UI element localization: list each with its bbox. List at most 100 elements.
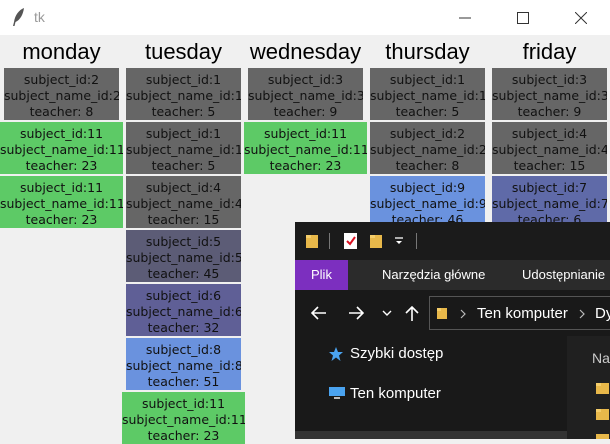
teacher-label: teacher: 32 <box>147 320 220 335</box>
subject-id-label: subject_id:2 <box>389 126 466 141</box>
quick-access-toolbar <box>295 222 610 260</box>
customize-toolbar-icon[interactable] <box>394 237 404 245</box>
folder-icon <box>437 308 447 319</box>
subject-card: subject_id:7 subject_name_id:7 teacher: 6 <box>492 176 607 228</box>
subject-card: subject_id:11 subject_name_id:11 teacher: … <box>0 122 123 174</box>
folder-icon[interactable] <box>595 433 609 439</box>
ribbon-tabs: Plik Narzędzia główne Udostępnianie <box>295 260 610 290</box>
maximize-icon <box>517 11 529 24</box>
subject-card: subject_id:8 subject_name_id:8 teacher: 51 <box>126 338 241 390</box>
subject-card: subject_id:6 subject_name_id:6 teacher: 32 <box>126 284 241 336</box>
teacher-label: teacher: 23 <box>269 158 342 173</box>
subject-id-label: subject_id:5 <box>145 234 222 249</box>
subject-id-label: subject_id:2 <box>23 72 100 87</box>
subject-card: subject_id:4 subject_name_id:4 teacher: 15 <box>492 122 607 174</box>
subject-name-id-label: subject_name_id:11 <box>0 142 123 157</box>
teacher-label: teacher: 23 <box>147 428 220 443</box>
nav-item-quick-access[interactable]: Szybki dostęp <box>350 345 443 362</box>
subject-card: subject_id:3 subject_name_id:3 teacher: 9 <box>248 68 363 120</box>
teacher-label: teacher: 15 <box>147 212 220 227</box>
subject-id-label: subject_id:1 <box>389 72 466 87</box>
recent-locations-icon[interactable] <box>382 310 392 316</box>
navigation-bar: Ten komputer Dy <box>295 290 610 336</box>
subject-name-id-label: subject_name_id:11 <box>244 142 367 157</box>
subject-card: subject_id:4 subject_name_id:4 teacher: 15 <box>126 176 241 228</box>
day-header: thursday <box>385 39 470 64</box>
subject-name-id-label: subject_name_id:4 <box>492 142 607 157</box>
teacher-label: teacher: 15 <box>513 158 586 173</box>
subject-card: subject_id:11 subject_name_id:11 teacher: … <box>244 122 367 174</box>
subject-name-id-label: subject_name_id:11 <box>122 412 245 427</box>
properties-icon[interactable] <box>343 232 359 250</box>
subject-name-id-label: subject_name_id:1 <box>126 88 241 103</box>
column-header-name[interactable]: Na <box>592 350 610 366</box>
teacher-label: teacher: 5 <box>395 104 460 119</box>
subject-card: subject_id:11 subject_name_id:11 teacher: … <box>0 176 123 228</box>
subject-id-label: subject_id:9 <box>389 180 466 195</box>
subject-name-id-label: subject_name_id:8 <box>126 358 241 373</box>
address-bar[interactable]: Ten komputer Dy <box>429 296 610 330</box>
new-folder-icon[interactable] <box>369 233 383 249</box>
folder-icon[interactable] <box>595 408 609 420</box>
day-header: friday <box>522 39 577 64</box>
folder-icon[interactable] <box>595 382 609 394</box>
maximize-button[interactable] <box>494 0 552 35</box>
teacher-label: teacher: 51 <box>147 374 220 389</box>
teacher-label: teacher: 8 <box>29 104 94 119</box>
subject-card: subject_id:2 subject_name_id:2 teacher: 8 <box>4 68 119 120</box>
tab-file[interactable]: Plik <box>295 260 348 290</box>
subject-name-id-label: subject_name_id:3 <box>492 88 607 103</box>
up-arrow-icon[interactable] <box>405 306 419 322</box>
subject-id-label: subject_id:3 <box>267 72 344 87</box>
window-title: tk <box>34 9 45 25</box>
subject-name-id-label: subject_name_id:2 <box>370 142 485 157</box>
subject-name-id-label: subject_name_id:2 <box>4 88 119 103</box>
chevron-right-icon <box>579 309 585 319</box>
subject-card: subject_id:1 subject_name_id:1 teacher: 5 <box>370 68 485 120</box>
back-arrow-icon[interactable] <box>311 306 327 320</box>
star-icon <box>329 347 343 361</box>
subject-id-label: subject_id:1 <box>145 72 222 87</box>
tab-share[interactable]: Udostępnianie <box>522 260 605 290</box>
breadcrumb-this-pc[interactable]: Ten komputer <box>477 305 568 322</box>
subject-card: subject_id:3 subject_name_id:3 teacher: 9 <box>492 68 607 120</box>
chevron-right-icon <box>460 309 466 319</box>
close-icon <box>575 11 587 24</box>
subject-name-id-label: subject_name_id:1 <box>370 88 485 103</box>
subject-name-id-label: subject_name_id:9 <box>370 196 485 211</box>
day-header: tuesday <box>144 39 223 64</box>
subject-card: subject_id:9 subject_name_id:9 teacher: 46 <box>370 176 485 228</box>
folder-icon[interactable] <box>305 233 319 249</box>
close-button[interactable] <box>552 0 610 35</box>
subject-id-label: subject_id:7 <box>511 180 588 195</box>
minimize-button[interactable] <box>436 0 494 35</box>
subject-card: subject_id:1 subject_name_id:1 teacher: 5 <box>126 122 241 174</box>
subject-id-label: subject_id:4 <box>511 126 588 141</box>
title-bar: tk <box>0 0 610 35</box>
breadcrumb-drive[interactable]: Dy <box>595 305 610 322</box>
subject-id-label: subject_id:4 <box>145 180 222 195</box>
subject-card: subject_id:5 subject_name_id:5 teacher: 45 <box>126 230 241 282</box>
forward-arrow-icon[interactable] <box>348 306 364 320</box>
subject-name-id-label: subject_name_id:3 <box>248 88 363 103</box>
teacher-label: teacher: 9 <box>517 104 582 119</box>
subject-id-label: subject_id:11 <box>263 126 348 141</box>
subject-name-id-label: subject_name_id:1 <box>126 142 241 157</box>
subject-card: subject_id:2 subject_name_id:2 teacher: 8 <box>370 122 485 174</box>
subject-id-label: subject_id:11 <box>19 180 104 195</box>
tab-home[interactable]: Narzędzia główne <box>382 260 485 290</box>
day-header: wednesday <box>249 39 362 64</box>
teacher-label: teacher: 45 <box>147 266 220 281</box>
teacher-label: teacher: 5 <box>151 158 216 173</box>
nav-item-this-pc[interactable]: Ten komputer <box>350 385 441 402</box>
subject-id-label: subject_id:1 <box>145 126 222 141</box>
content-pane: Na <box>567 336 610 439</box>
teacher-label: teacher: 8 <box>395 158 460 173</box>
subject-id-label: subject_id:8 <box>145 342 222 357</box>
computer-icon <box>329 387 345 399</box>
nav-selection <box>295 431 567 439</box>
subject-id-label: subject_id:6 <box>145 288 222 303</box>
file-explorer-window: Plik Narzędzia główne Udostępnianie Ten … <box>295 222 610 439</box>
teacher-label: teacher: 23 <box>25 212 98 227</box>
feather-icon <box>13 8 24 26</box>
